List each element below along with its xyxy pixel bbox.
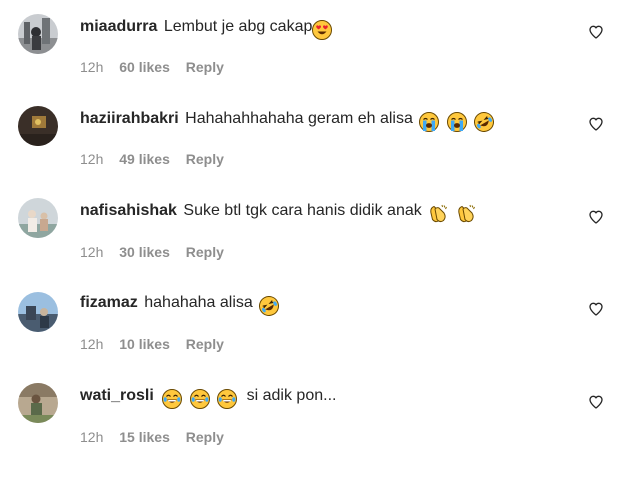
comment-emojis (312, 20, 335, 42)
comment-emojis (162, 389, 240, 411)
comment-username[interactable]: haziirahbakri (80, 110, 179, 127)
comment-username[interactable]: miaadurra (80, 18, 157, 35)
comment-meta: 12h 49 likes Reply (80, 150, 236, 168)
joy-emoji-icon (189, 389, 210, 409)
reply-button[interactable]: Reply (186, 151, 224, 167)
rofl-emoji-icon (259, 296, 280, 316)
heart-outline-icon[interactable] (588, 24, 604, 40)
comment-text: hahahaha alisa (144, 294, 253, 311)
heart-outline-icon[interactable] (588, 209, 604, 225)
rofl-emoji-icon (474, 112, 495, 132)
heart-outline-icon[interactable] (588, 394, 604, 410)
avatar[interactable] (18, 14, 58, 54)
comment-text: Suke btl tgk cara hanis didik anak (183, 202, 422, 219)
comment-time: 12h (80, 336, 104, 352)
joy-emoji-icon (162, 389, 183, 409)
comment-emojis (428, 204, 478, 226)
avatar[interactable] (18, 383, 58, 423)
comment-line: haziirahbakri Hahahahhahaha geram eh ali… (80, 108, 497, 134)
comment-username[interactable]: fizamaz (80, 294, 138, 311)
reply-button[interactable]: Reply (186, 244, 224, 260)
clapping-hands-emoji-icon (430, 204, 448, 223)
comment-text: Lembut je abg cakap (163, 18, 313, 35)
comment-item: haziirahbakri Hahahahhahaha geram eh ali… (0, 106, 618, 198)
comment-meta: 12h 30 likes Reply (80, 243, 236, 261)
heart-outline-icon[interactable] (588, 116, 604, 132)
comment-line: nafisahishak Suke btl tgk cara hanis did… (80, 200, 479, 226)
comment-text: si adik pon... (246, 387, 337, 404)
comment-username[interactable]: nafisahishak (80, 202, 177, 219)
comment-line: fizamaz hahahaha alisa (80, 292, 282, 318)
comment-username[interactable]: wati_rosli (80, 387, 154, 404)
reply-button[interactable]: Reply (186, 336, 224, 352)
comment-line: miaadurra Lembut je abg cakap (80, 16, 335, 42)
comment-item: miaadurra Lembut je abg cakap 12h 60 lik… (0, 14, 618, 106)
comment-time: 12h (80, 244, 104, 260)
reply-button[interactable]: Reply (186, 429, 224, 445)
comment-likes[interactable]: 10 likes (119, 336, 170, 352)
avatar[interactable] (18, 198, 58, 238)
loudly-crying-emoji-icon (419, 112, 440, 132)
clapping-hands-emoji-icon (457, 204, 475, 223)
comment-likes[interactable]: 60 likes (119, 59, 170, 75)
heart-eyes-emoji-icon (312, 20, 333, 40)
comment-time: 12h (80, 429, 104, 445)
comment-likes[interactable]: 30 likes (119, 244, 170, 260)
comment-item: nafisahishak Suke btl tgk cara hanis did… (0, 198, 618, 290)
comment-meta: 12h 60 likes Reply (80, 58, 236, 76)
avatar[interactable] (18, 292, 58, 332)
avatar[interactable] (18, 106, 58, 146)
comment-time: 12h (80, 151, 104, 167)
comment-meta: 12h 10 likes Reply (80, 335, 236, 353)
comment-meta: 12h 15 likes Reply (80, 428, 236, 446)
comment-item: fizamaz hahahaha alisa 12h 10 likes Repl… (0, 290, 618, 382)
comment-text: Hahahahhahaha geram eh alisa (185, 110, 413, 127)
comment-item: wati_rosli si adik pon... 12h 15 likes R… (0, 383, 618, 475)
comment-time: 12h (80, 59, 104, 75)
comment-emojis (419, 112, 497, 134)
joy-emoji-icon (217, 389, 238, 409)
comment-likes[interactable]: 49 likes (119, 151, 170, 167)
reply-button[interactable]: Reply (186, 59, 224, 75)
comment-line: wati_rosli si adik pon... (80, 385, 336, 411)
loudly-crying-emoji-icon (446, 112, 467, 132)
comment-likes[interactable]: 15 likes (119, 429, 170, 445)
heart-outline-icon[interactable] (588, 301, 604, 317)
comment-emojis (259, 296, 282, 318)
